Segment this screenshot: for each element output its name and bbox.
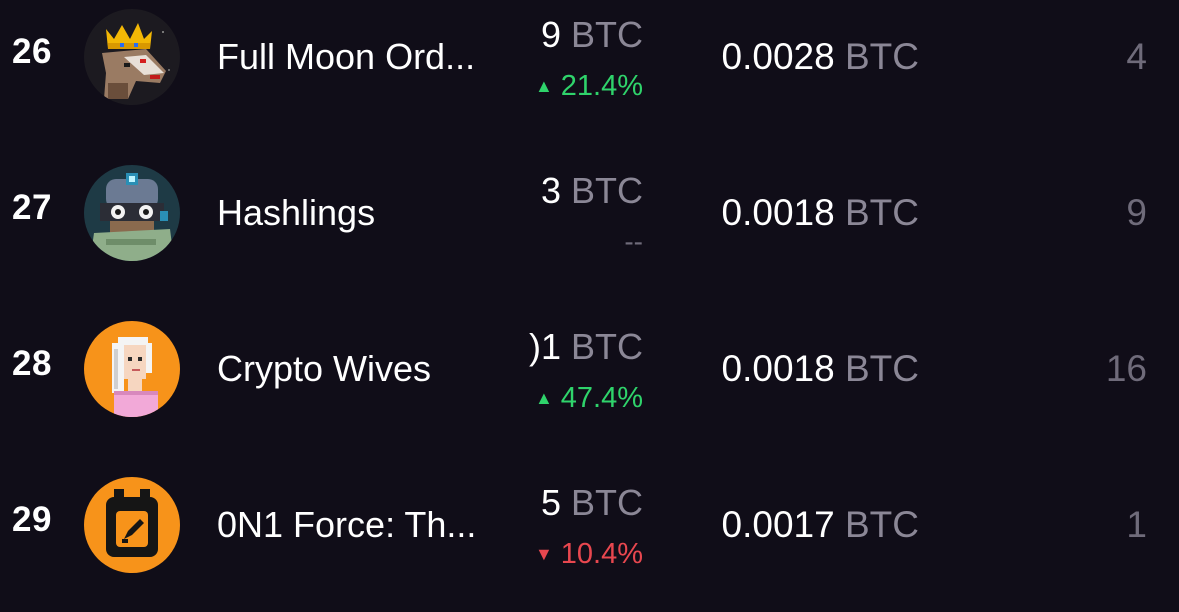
volume-number: 5: [540, 482, 561, 523]
volume-unit: BTC: [571, 482, 643, 523]
volume-unit: BTC: [571, 170, 643, 211]
change-percent: 47.4%: [560, 382, 643, 414]
triangle-up-icon: ▲: [534, 388, 553, 408]
volume-number: 3: [540, 170, 561, 211]
collection-row-27[interactable]: 27 Hashlings 3 BTC -- 0.0018 BTC 9: [0, 156, 1179, 312]
floor-price: 0.0028 BTC: [640, 36, 919, 78]
triangle-up-icon: ▲: [534, 76, 553, 96]
collection-row-26[interactable]: 26 Full Moon Ord... 9 BTC ▲ 21.4% 0.0028…: [0, 0, 1179, 156]
floor-unit: BTC: [845, 504, 919, 545]
floor-price: 0.0018 BTC: [640, 348, 919, 390]
floor-unit: BTC: [845, 36, 919, 77]
floor-unit: BTC: [845, 348, 919, 389]
floor-number: 0.0018: [721, 192, 835, 233]
item-count: 9: [1126, 192, 1147, 233]
floor-number: 0.0018: [721, 348, 835, 389]
collection-row-28[interactable]: 28 Crypto Wives )1 BTC ▲ 47.4% 0.0018 BT…: [0, 312, 1179, 468]
rank-number: 29: [12, 500, 52, 539]
crypto-wife-avatar: [84, 321, 180, 417]
volume-cell: 9 BTC ▲ 21.4%: [520, 10, 643, 110]
collection-name: Full Moon Ord...: [217, 36, 476, 77]
item-count: 16: [1105, 348, 1147, 389]
floor-number: 0.0017: [721, 504, 835, 545]
volume-cell: 3 BTC --: [520, 166, 643, 266]
volume-number: 9: [540, 14, 561, 55]
collection-name: Hashlings: [217, 192, 376, 233]
collection-name: 0N1 Force: Th...: [217, 504, 477, 545]
volume-value: 3 BTC: [541, 170, 643, 212]
floor-unit: BTC: [845, 192, 919, 233]
collection-ranking-list: 26 Full Moon Ord... 9 BTC ▲ 21.4% 0.0028…: [0, 0, 1179, 612]
triangle-down-icon: ▼: [534, 544, 553, 564]
rank-number: 27: [12, 188, 52, 227]
goggles-robot-avatar: [84, 165, 180, 261]
item-count: 1: [1126, 504, 1147, 545]
rank-number: 28: [12, 344, 52, 383]
collection-row-29[interactable]: 29 0N1 Force: Th... 5 BTC ▼ 10.4% 0.0017 …: [0, 468, 1179, 612]
volume-change: ▲ 47.4%: [535, 382, 643, 415]
volume-unit: BTC: [571, 14, 643, 55]
rank-number: 26: [12, 32, 52, 71]
orange-device-avatar: [84, 477, 180, 573]
floor-price: 0.0018 BTC: [640, 192, 919, 234]
item-count: 4: [1126, 36, 1147, 77]
volume-unit: BTC: [571, 326, 643, 367]
volume-change: ▲ 21.4%: [535, 70, 643, 103]
volume-cell: )1 BTC ▲ 47.4%: [520, 322, 643, 422]
volume-value: )1 BTC: [529, 326, 643, 368]
volume-number: )1: [528, 326, 561, 367]
change-percent: 21.4%: [560, 70, 643, 102]
floor-number: 0.0028: [721, 36, 835, 77]
wolf-king-avatar: [84, 9, 180, 105]
volume-value: 5 BTC: [541, 482, 643, 524]
change-percent: 10.4%: [560, 538, 643, 570]
volume-cell: 5 BTC ▼ 10.4%: [520, 478, 643, 578]
volume-value: 9 BTC: [541, 14, 643, 56]
volume-change: ▼ 10.4%: [535, 538, 643, 571]
floor-price: 0.0017 BTC: [640, 504, 919, 546]
collection-name: Crypto Wives: [217, 348, 432, 389]
